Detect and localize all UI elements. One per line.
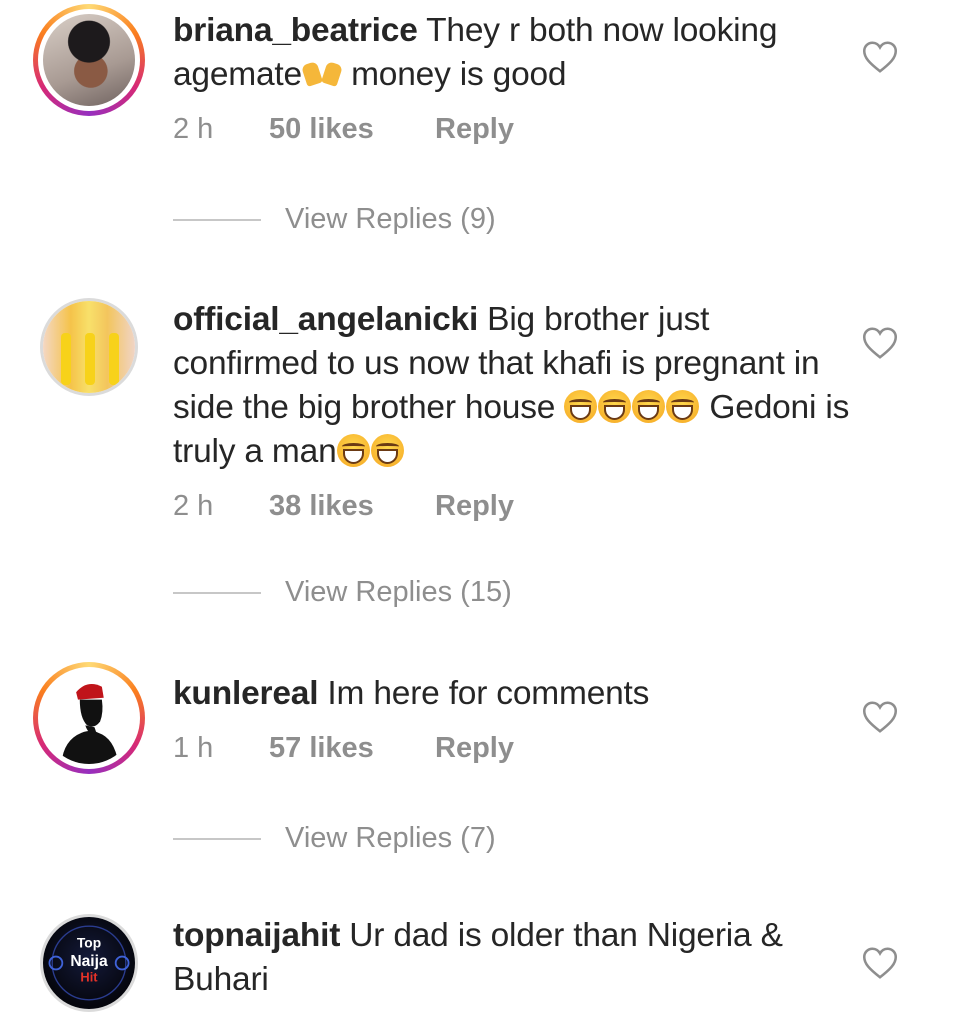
comment-body: official_angelanicki Big brother just co… <box>173 298 853 523</box>
avatar-story-ring[interactable] <box>33 662 145 774</box>
comment-username[interactable]: briana_beatrice <box>173 12 418 49</box>
comment-likes[interactable]: 57 likes <box>269 732 435 765</box>
comments-feed: briana_beatrice They r both now looking … <box>0 0 956 1024</box>
comment-likes[interactable]: 38 likes <box>269 490 435 523</box>
face-with-tears-of-joy-emoji <box>666 390 700 423</box>
comment-likes[interactable]: 50 likes <box>269 113 435 146</box>
divider-line <box>173 591 261 594</box>
comment-body: topnaijahit Ur dad is older than Nigeria… <box>173 914 853 1002</box>
heart-outline-icon[interactable] <box>862 946 898 980</box>
face-with-tears-of-joy-emoji <box>632 390 666 423</box>
view-replies-button[interactable]: View Replies (7) <box>173 822 496 855</box>
divider-line <box>173 218 261 221</box>
face-with-tears-of-joy-emoji <box>598 390 632 423</box>
face-with-tears-of-joy-emoji <box>370 434 404 467</box>
avatar-ring[interactable]: Top Naija Hit <box>40 914 138 1012</box>
logo-line-1: Top <box>77 935 101 950</box>
divider-line <box>173 837 261 840</box>
view-replies-label: View Replies (9) <box>285 203 496 235</box>
comment-meta: 1 h 57 likes Reply <box>173 732 853 765</box>
heart-outline-icon[interactable] <box>862 326 898 360</box>
view-replies-button[interactable]: View Replies (9) <box>173 203 496 236</box>
comment-body: kunlereal Im here for comments 1 h 57 li… <box>173 672 853 765</box>
reply-button[interactable]: Reply <box>435 113 514 146</box>
avatar <box>43 301 135 393</box>
view-replies-button[interactable]: View Replies (15) <box>173 576 512 609</box>
reply-button[interactable]: Reply <box>435 732 514 765</box>
comment-username[interactable]: topnaijahit <box>173 917 340 954</box>
comment-text: official_angelanicki Big brother just co… <box>173 298 853 474</box>
comment-text: topnaijahit Ur dad is older than Nigeria… <box>173 914 833 1002</box>
comment-message: Im here for comments <box>327 675 650 712</box>
comment-meta: 2 h 50 likes Reply <box>173 113 853 146</box>
heart-outline-icon[interactable] <box>862 700 898 734</box>
reply-button[interactable]: Reply <box>435 490 514 523</box>
avatar-ring[interactable] <box>40 298 138 396</box>
avatar: Top Naija Hit <box>43 917 135 1009</box>
silhouette-icon <box>61 684 119 764</box>
logo-line-3: Hit <box>80 969 98 984</box>
heart-outline-icon[interactable] <box>862 40 898 74</box>
avatar <box>43 14 135 106</box>
view-replies-label: View Replies (7) <box>285 822 496 854</box>
comment-username[interactable]: kunlereal <box>173 675 319 712</box>
view-replies-label: View Replies (15) <box>285 576 512 608</box>
raising-hands-emoji <box>302 59 342 85</box>
avatar-story-ring[interactable] <box>33 4 145 116</box>
comment-time: 2 h <box>173 490 214 522</box>
logo-line-2: Naija <box>70 953 108 970</box>
comment-time: 2 h <box>173 113 214 145</box>
comment-message-continued: money is good <box>341 56 567 93</box>
comment-text: kunlereal Im here for comments <box>173 672 853 716</box>
comment-body: briana_beatrice They r both now looking … <box>173 9 853 146</box>
comment-text: briana_beatrice They r both now looking … <box>173 9 853 97</box>
comment-meta: 2 h 38 likes Reply <box>173 490 853 523</box>
comment-time: 1 h <box>173 732 214 764</box>
avatar <box>43 672 135 764</box>
comment-username[interactable]: official_angelanicki <box>173 301 478 338</box>
brand-logo: Top Naija Hit <box>48 925 130 1001</box>
face-with-tears-of-joy-emoji <box>336 434 370 467</box>
face-with-tears-of-joy-emoji <box>564 390 598 423</box>
